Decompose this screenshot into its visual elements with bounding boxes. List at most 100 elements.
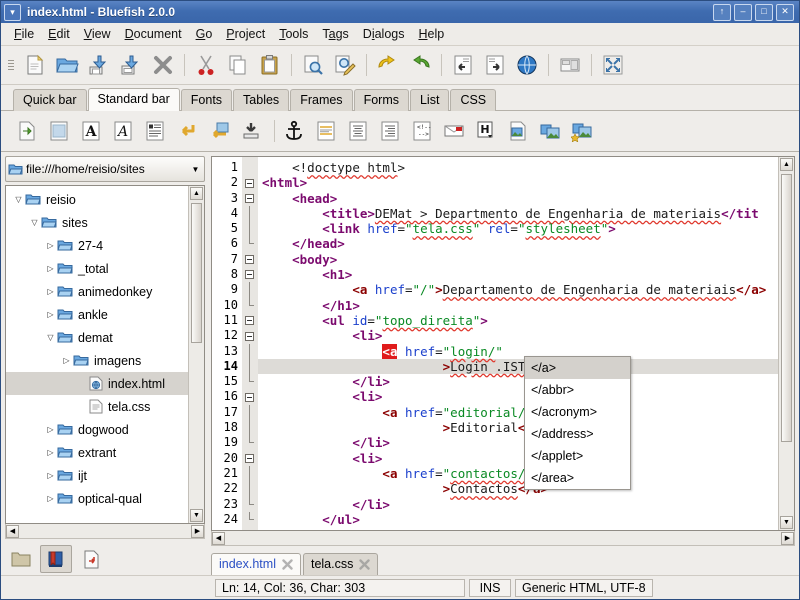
close-button[interactable]: ✕ [776,4,794,21]
tab-list[interactable]: List [410,89,449,111]
shade-button[interactable]: ↑ [713,4,731,21]
paragraph-icon[interactable] [141,117,169,145]
autocomplete-item[interactable]: </applet> [525,445,630,467]
menu-go[interactable]: Go [189,25,220,43]
insert-mode-status[interactable]: INS [469,579,511,597]
expander-open-icon[interactable]: ▽ [44,333,57,342]
scroll-left-button[interactable]: ◀ [212,532,225,545]
tab-forms[interactable]: Forms [354,89,409,111]
find-icon[interactable] [297,49,329,81]
document-tab-tela-css[interactable]: tela.css [303,553,378,575]
body-icon[interactable] [45,117,73,145]
heading-icon[interactable]: H [472,117,500,145]
save-as-icon[interactable] [115,49,147,81]
document-tab-index-html[interactable]: index.html [211,553,301,575]
tree-folder-item[interactable]: ▽sites [6,211,188,234]
expander-closed-icon[interactable]: ▷ [44,448,57,457]
scroll-thumb[interactable] [191,203,202,343]
fullscreen-icon[interactable] [597,49,629,81]
nonbreaking-space-icon[interactable] [237,117,265,145]
expander-closed-icon[interactable]: ▷ [44,471,57,480]
code-line[interactable]: <head> [258,191,778,206]
code-line[interactable]: <a href="login/" [258,344,778,359]
bookmarks-tab[interactable] [40,545,72,573]
tree-folder-item[interactable]: ▷imagens [6,349,188,372]
path-dropdown[interactable]: file:///home/reisio/sites ▼ [5,156,205,182]
fold-marker[interactable] [242,313,258,328]
code-line[interactable]: <html> [258,175,778,190]
code-line[interactable]: </li> [258,497,778,512]
scroll-down-button[interactable]: ▼ [780,516,793,529]
menu-file[interactable]: FFileile [7,25,41,43]
autocomplete-item[interactable]: </abbr> [525,379,630,401]
tree-folder-item[interactable]: ▷27-4 [6,234,188,257]
code-line[interactable]: <ul id="topo_direita"> [258,313,778,328]
menu-edit[interactable]: Edit [41,25,77,43]
code-line[interactable]: >Editorial</a> [258,420,778,435]
undo-icon[interactable] [372,49,404,81]
code-folding-column[interactable] [242,157,258,530]
scroll-right-button[interactable]: ▶ [781,532,794,545]
indent-icon[interactable] [479,49,511,81]
code-line[interactable]: <body> [258,252,778,267]
source-editor[interactable]: 123456789101112131415161718192021222324 … [212,157,778,530]
tree-folder-item[interactable]: ▷ankle [6,303,188,326]
tab-fonts[interactable]: Fonts [181,89,232,111]
expander-closed-icon[interactable]: ▷ [44,494,57,503]
center-icon[interactable] [344,117,372,145]
toolbar-grip[interactable] [6,53,16,77]
expander-closed-icon[interactable]: ▷ [44,287,57,296]
quickstart-icon[interactable] [13,117,41,145]
code-line[interactable]: <title>DEMat > Departmento de Engenharia… [258,206,778,221]
editor-horizontal-scrollbar[interactable]: ◀ ▶ [211,531,795,546]
menu-help[interactable]: Help [411,25,451,43]
code-line[interactable]: <a href="editorial/" [258,405,778,420]
tree-folder-item[interactable]: ▷_total [6,257,188,280]
window-menu-icon[interactable]: ▾ [4,4,21,21]
tree-folder-item[interactable]: ▷animedonkey [6,280,188,303]
fold-marker[interactable] [242,267,258,282]
tree-folder-item[interactable]: ▷optical-qual [6,487,188,510]
preview-in-browser-icon[interactable] [511,49,543,81]
tree-folder-item[interactable]: ▷dogwood [6,418,188,441]
menu-project[interactable]: Project [219,25,272,43]
tree-folder-item[interactable]: ▽demat [6,326,188,349]
code-line[interactable]: <a href="/">Departamento de Engenharia d… [258,282,778,297]
comment-icon[interactable]: <!----> [408,117,436,145]
autocomplete-item[interactable]: </acronym> [525,401,630,423]
view-in-frame-icon[interactable] [554,49,586,81]
close-icon[interactable] [282,559,293,570]
code-line[interactable]: </ul> [258,512,778,527]
expander-closed-icon[interactable]: ▷ [44,425,57,434]
minimize-button[interactable]: – [734,4,752,21]
expander-open-icon[interactable]: ▽ [12,195,25,204]
fold-marker[interactable] [242,389,258,404]
tree-horizontal-scrollbar[interactable]: ◀ ▶ [5,524,205,539]
right-justify-icon[interactable] [376,117,404,145]
new-file-icon[interactable] [19,49,51,81]
snippets-tab[interactable] [75,545,107,573]
rule-icon[interactable] [312,117,340,145]
bold-icon[interactable]: A [77,117,105,145]
fold-marker[interactable] [242,252,258,267]
paste-icon[interactable] [254,49,286,81]
anchor-icon[interactable] [280,117,308,145]
scroll-up-button[interactable]: ▲ [780,158,793,171]
expander-closed-icon[interactable]: ▷ [44,310,57,319]
code-line[interactable]: <li> [258,451,778,466]
tree-vertical-scrollbar[interactable]: ▲ ▼ [188,186,204,523]
autocomplete-popup[interactable]: </a></abbr></acronym></address></applet>… [524,356,631,490]
autocomplete-item[interactable]: </a> [525,357,630,379]
multi-thumbnail-icon[interactable] [568,117,596,145]
save-file-icon[interactable] [83,49,115,81]
fold-marker[interactable] [242,191,258,206]
scroll-thumb[interactable] [781,174,792,442]
code-line[interactable]: <li> [258,328,778,343]
tree-list[interactable]: ▽reisio▽sites▷27-4▷_total▷animedonkey▷an… [6,186,188,523]
tab-css[interactable]: CSS [450,89,496,111]
code-line[interactable]: </li> [258,374,778,389]
scroll-right-button[interactable]: ▶ [191,525,204,538]
code-line[interactable]: <link href="tela.css" rel="stylesheet"> [258,221,778,236]
open-file-icon[interactable] [51,49,83,81]
expander-closed-icon[interactable]: ▷ [44,241,57,250]
